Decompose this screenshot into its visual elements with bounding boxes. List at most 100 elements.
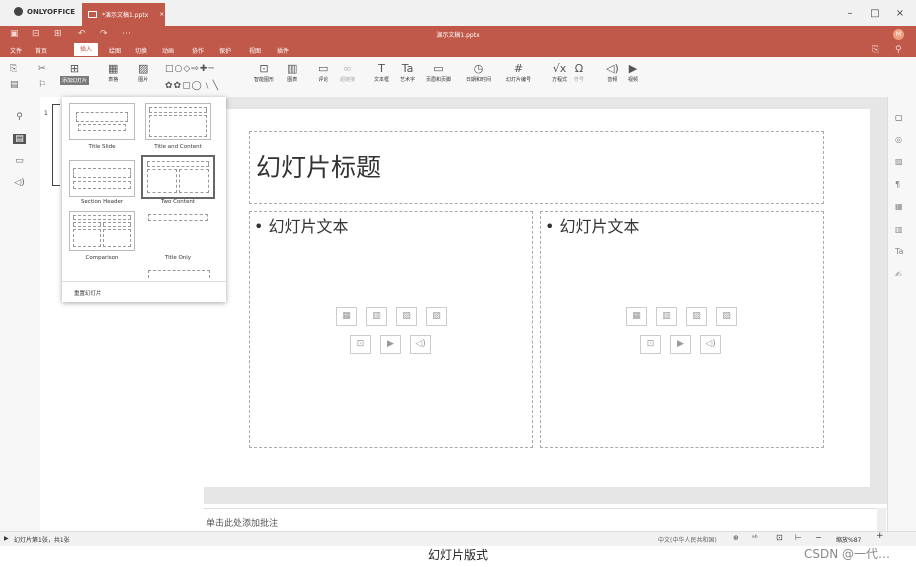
table-settings-icon[interactable]: ▦ (895, 202, 903, 211)
insert-comment-button[interactable]: ▭ 评论 (318, 62, 328, 83)
slide-thumbnail[interactable] (52, 104, 60, 186)
notes-pane[interactable] (204, 508, 887, 532)
layout-title-slide-thumb[interactable] (69, 103, 135, 140)
layout-title-only-label[interactable]: Title Only (143, 255, 213, 261)
onlyoffice-logo-icon (14, 7, 23, 16)
insert-image-url-icon[interactable]: ▨ (716, 307, 737, 326)
search-icon[interactable]: ⚲ (895, 45, 902, 55)
shapes-row-top[interactable]: □○◇⇨✚─ (165, 64, 215, 74)
insert-video-icon[interactable]: ▶ (380, 335, 401, 354)
layout-title-slide-label[interactable]: Title Slide (67, 144, 137, 150)
reset-slide-menu-item[interactable]: 重置幻灯片 (74, 289, 102, 297)
zoom-out-icon[interactable]: − (815, 533, 822, 542)
insert-chart-button[interactable]: ▥ 图表 (287, 62, 297, 83)
slide-settings-icon[interactable]: ▢ (895, 113, 903, 122)
insert-smartart-button[interactable]: ⊡ 智能图形 (254, 62, 274, 83)
copy-icon[interactable]: ⎘ (10, 64, 17, 74)
insert-video-button[interactable]: ▶ 视频 (628, 62, 638, 83)
menu-view[interactable]: 视图 (244, 45, 266, 56)
language-selector[interactable]: 中文(中华人民共和国) (658, 535, 717, 544)
layout-title-content-thumb[interactable] (145, 103, 211, 140)
menu-plugins[interactable]: 插件 (272, 45, 294, 56)
globe-icon[interactable]: ⊕ (733, 534, 739, 542)
comments-icon[interactable]: ▭ (13, 156, 26, 166)
left-body-text[interactable]: • 幻灯片文本 (254, 213, 349, 237)
insert-smartart-icon[interactable]: ⊡ (640, 335, 661, 354)
left-content-placeholder[interactable] (249, 211, 533, 448)
menu-protection[interactable]: 保护 (214, 45, 236, 56)
spellcheck-icon[interactable]: ᵃᵇ (752, 534, 758, 542)
insert-textart-button[interactable]: Ta 艺术字 (400, 62, 415, 83)
minimize-button[interactable]: – (843, 8, 857, 19)
shapes-row-bottom[interactable]: ✿✿▢◯﹨╲ (165, 78, 219, 91)
notes-scrollbar[interactable] (877, 508, 886, 531)
layout-section-header-label[interactable]: Section Header (67, 199, 137, 205)
notes-placeholder[interactable]: 单击此处添加批注 (206, 516, 278, 529)
fit-slide-icon[interactable]: ⊡ (776, 533, 783, 542)
right-body-text[interactable]: • 幻灯片文本 (545, 213, 640, 237)
insert-image-icon[interactable]: ▨ (396, 307, 417, 326)
layout-title-only-thumb[interactable] (145, 211, 211, 251)
insert-audio-icon[interactable]: ◁) (700, 335, 721, 354)
layout-section-header-thumb[interactable] (69, 160, 135, 197)
document-tab[interactable]: *演示文稿1.pptx × (82, 3, 165, 26)
close-window-button[interactable]: × (893, 8, 907, 19)
insert-table-icon[interactable]: ▦ (626, 307, 647, 326)
insert-video-icon[interactable]: ▶ (670, 335, 691, 354)
insert-image-button[interactable]: ▨ 图片 (138, 62, 148, 83)
slides-panel-icon[interactable]: ▤ (13, 134, 26, 144)
insert-textbox-button[interactable]: T 文本框 (374, 62, 389, 83)
layout-two-content-label[interactable]: Two Content (143, 199, 213, 205)
menu-insert[interactable]: 插入 (74, 43, 99, 56)
menu-file[interactable]: 文件 (5, 45, 27, 56)
datetime-button[interactable]: ◷ 日期和时间 (466, 62, 491, 83)
search-icon[interactable]: ⚲ (13, 112, 26, 122)
zoom-level[interactable]: 缩放%87 (836, 535, 861, 544)
menu-draw[interactable]: 绘图 (104, 45, 126, 56)
header-footer-button[interactable]: ▭ 页眉和页脚 (426, 62, 451, 83)
image-settings-icon[interactable]: ▨ (895, 157, 903, 166)
menu-collaboration[interactable]: 协作 (187, 45, 209, 56)
shape-settings-icon[interactable]: ◎ (895, 135, 902, 144)
zoom-in-icon[interactable]: + (876, 531, 884, 541)
slideshow-icon[interactable]: ▶ (4, 535, 9, 542)
format-painter-icon[interactable]: ⚐ (38, 80, 46, 90)
layout-title-content-label[interactable]: Title and Content (143, 144, 213, 150)
insert-image-url-icon[interactable]: ▨ (426, 307, 447, 326)
speaker-notes-icon[interactable]: ◁) (13, 178, 26, 188)
add-slide-button[interactable]: ⊞ 添加幻灯片 (60, 62, 90, 85)
paragraph-settings-icon[interactable]: ¶ (895, 180, 900, 189)
insert-chart-icon[interactable]: ▥ (656, 307, 677, 326)
insert-chart-icon[interactable]: ▥ (366, 307, 387, 326)
insert-symbol-button[interactable]: Ω 符号 (574, 62, 584, 83)
maximize-button[interactable]: □ (868, 8, 882, 19)
fit-width-icon[interactable]: ⊢ (795, 533, 802, 542)
close-tab-icon[interactable]: × (159, 11, 164, 18)
insert-table-button[interactable]: ▦ 表格 (108, 62, 118, 83)
open-location-icon[interactable]: ⎘ (872, 45, 879, 55)
insert-table-icon[interactable]: ▦ (336, 307, 357, 326)
slide-number-button[interactable]: # 幻灯片编号 (506, 62, 531, 83)
textart-settings-icon[interactable]: Ta (895, 247, 903, 256)
right-content-placeholder[interactable] (540, 211, 824, 448)
chart-icon: ▥ (287, 62, 298, 75)
layout-comparison-label[interactable]: Comparison (67, 255, 137, 261)
insert-equation-button[interactable]: √x 方程式 (552, 62, 567, 83)
insert-image-icon[interactable]: ▨ (686, 307, 707, 326)
insert-audio-button[interactable]: ◁) 音频 (606, 62, 619, 83)
layout-comparison-thumb[interactable] (69, 211, 135, 251)
menu-animation[interactable]: 动画 (157, 45, 179, 56)
chart-settings-icon[interactable]: ▥ (895, 225, 903, 234)
insert-hyperlink-button[interactable]: ∞ 超链接 (340, 62, 355, 83)
slide-title[interactable]: 幻灯片标题 (256, 148, 381, 184)
cut-icon[interactable]: ✂ (38, 64, 46, 74)
paste-icon[interactable]: ▤ (10, 80, 19, 90)
insert-smartart-icon[interactable]: ⊡ (350, 335, 371, 354)
insert-audio-icon[interactable]: ◁) (410, 335, 431, 354)
layout-two-content-thumb[interactable] (141, 155, 215, 199)
document-title: 演示文稿1.pptx (436, 32, 480, 39)
signature-settings-icon[interactable]: ✍ (895, 270, 902, 279)
menu-home[interactable]: 首页 (30, 45, 52, 56)
avatar[interactable]: M (893, 29, 904, 40)
menu-transitions[interactable]: 切换 (130, 45, 152, 56)
